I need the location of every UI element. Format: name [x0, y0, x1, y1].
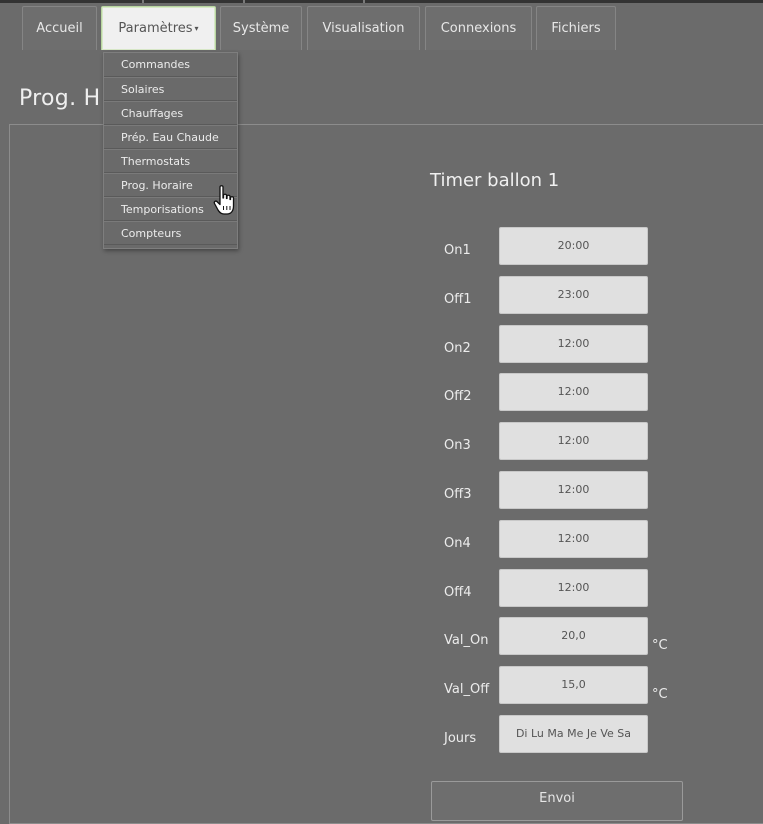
field-input-off3[interactable]: 12:00 [499, 471, 648, 509]
field-label-on3: On3 [444, 438, 471, 453]
field-label-off2: Off2 [444, 389, 472, 404]
tab-connexions[interactable]: Connexions [425, 6, 532, 50]
tab-accueil[interactable]: Accueil [22, 6, 97, 50]
menu-item-chauffages[interactable]: Chauffages [104, 101, 237, 125]
field-input-on1[interactable]: 20:00 [499, 227, 648, 265]
menu-item-prep-eau-chaude[interactable]: Prép. Eau Chaude [104, 125, 237, 149]
tab-visualisation[interactable]: Visualisation [307, 6, 420, 50]
field-label-off1: Off1 [444, 292, 472, 307]
hand-pointer-icon [212, 184, 240, 222]
field-label-on4: On4 [444, 536, 471, 551]
field-input-val-on[interactable]: 20,0 [499, 617, 648, 655]
menu-item-commandes[interactable]: Commandes [104, 53, 237, 77]
field-input-val-off[interactable]: 15,0 [499, 666, 648, 704]
submit-button[interactable]: Envoi [431, 781, 683, 821]
tab-systeme[interactable]: Système [220, 6, 302, 50]
field-input-on2[interactable]: 12:00 [499, 325, 648, 363]
form-title: Timer ballon 1 [430, 170, 560, 191]
menu-item-solaires[interactable]: Solaires [104, 77, 237, 101]
menu-item-compteurs[interactable]: Compteurs [104, 221, 237, 245]
field-label-on2: On2 [444, 341, 471, 356]
unit-label: °C [652, 638, 668, 653]
field-input-off4[interactable]: 12:00 [499, 569, 648, 607]
field-label-on1: On1 [444, 243, 471, 258]
main-nav: Accueil Paramètres ▾ Système Visualisatio… [0, 3, 763, 50]
field-input-off2[interactable]: 12:00 [499, 373, 648, 411]
field-label-val-on: Val_On [444, 633, 489, 648]
field-input-off1[interactable]: 23:00 [499, 276, 648, 314]
field-label-off4: Off4 [444, 585, 472, 600]
unit-label: °C [652, 687, 668, 702]
tab-fichiers[interactable]: Fichiers [536, 6, 616, 50]
tab-parametres-label: Paramètres [118, 21, 193, 36]
field-label-jours: Jours [444, 731, 477, 746]
field-input-on4[interactable]: 12:00 [499, 520, 648, 558]
caret-down-icon: ▾ [194, 24, 199, 33]
field-input-jours[interactable]: Di Lu Ma Me Je Ve Sa [499, 715, 648, 753]
field-input-on3[interactable]: 12:00 [499, 422, 648, 460]
field-label-val-off: Val_Off [444, 682, 490, 697]
page-title: Prog. H [19, 86, 101, 111]
menu-item-thermostats[interactable]: Thermostats [104, 149, 237, 173]
field-label-off3: Off3 [444, 487, 472, 502]
tab-parametres[interactable]: Paramètres ▾ [101, 6, 216, 50]
